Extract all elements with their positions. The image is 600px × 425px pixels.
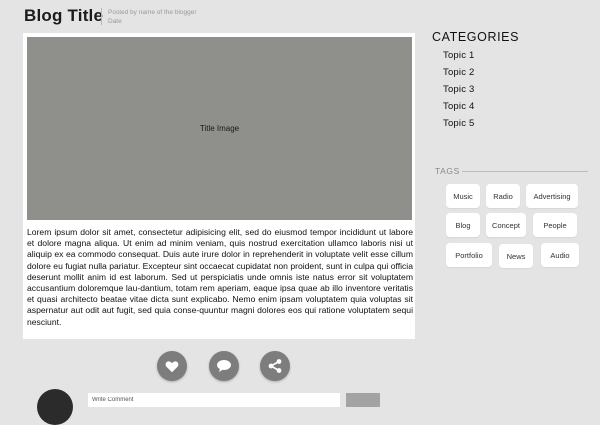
category-link-topic-1[interactable]: Topic 1 (443, 50, 475, 61)
comment-submit-button[interactable] (346, 393, 380, 407)
tag-advertising[interactable]: Advertising (526, 184, 578, 208)
tags-divider (462, 171, 588, 172)
header-divider (101, 8, 102, 25)
tag-people[interactable]: People (533, 213, 577, 237)
title-image-label: Title Image (199, 124, 240, 133)
tag-news[interactable]: News (499, 244, 533, 268)
tag-blog[interactable]: Blog (446, 213, 480, 237)
comment-button[interactable] (209, 351, 239, 381)
commenter-avatar (37, 389, 73, 425)
categories-heading: CATEGORIES (432, 30, 520, 44)
tag-radio[interactable]: Radio (486, 184, 520, 208)
share-icon (268, 359, 282, 373)
category-link-topic-3[interactable]: Topic 3 (443, 84, 475, 95)
share-button[interactable] (260, 351, 290, 381)
tags-heading: TAGS (435, 166, 460, 176)
heart-icon (165, 360, 179, 372)
speech-bubble-icon (217, 360, 231, 372)
tag-portfolio[interactable]: Portfolio (446, 243, 492, 267)
posted-by-text: Posted by name of the blogger (108, 9, 197, 16)
post-body-text: Lorem ipsum dolor sit amet, consectetur … (27, 227, 413, 327)
post-date: Date (108, 18, 122, 25)
category-link-topic-5[interactable]: Topic 5 (443, 118, 475, 129)
tag-audio[interactable]: Audio (541, 243, 579, 267)
tag-concept[interactable]: Concept (486, 213, 526, 237)
tag-music[interactable]: Music (446, 184, 480, 208)
category-link-topic-4[interactable]: Topic 4 (443, 101, 475, 112)
title-image: Title Image (27, 37, 412, 220)
category-link-topic-2[interactable]: Topic 2 (443, 67, 475, 78)
like-button[interactable] (157, 351, 187, 381)
blog-title: Blog Title (24, 6, 104, 25)
comment-input[interactable] (88, 393, 340, 407)
